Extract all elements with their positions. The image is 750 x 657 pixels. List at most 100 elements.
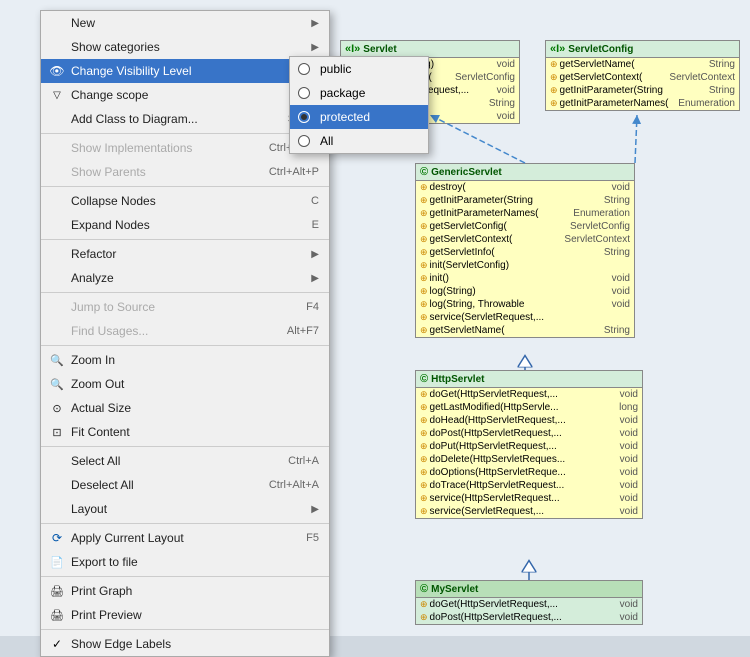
menu-item-expand-nodes[interactable]: Expand Nodes E [41,213,329,237]
analyze-arrow: ▶ [311,273,319,284]
menu-item-select-all[interactable]: Select All Ctrl+A [41,449,329,473]
menu-item-zoom-in[interactable]: 🔍 Zoom In [41,348,329,372]
fit-content-label: Fit Content [71,425,130,439]
genericservlet-icon: © [420,166,428,178]
menu-item-zoom-out[interactable]: 🔍 Zoom Out [41,372,329,396]
new-arrow: ▶ [311,18,319,29]
menu-item-collapse-nodes[interactable]: Collapse Nodes C [41,189,329,213]
menu-item-layout[interactable]: Layout ▶ [41,497,329,521]
menu-item-actual-size[interactable]: ⊙ Actual Size [41,396,329,420]
genericservlet-title: © GenericServlet [416,164,634,181]
show-implementations-label: Show Implementations [71,141,192,155]
menu-item-show-implementations: Show Implementations Ctrl+Alt+B [41,136,329,160]
jump-to-source-label: Jump to Source [71,300,155,314]
menu-item-apply-layout[interactable]: ⟳ Apply Current Layout F5 [41,526,329,550]
apply-layout-icon: ⟳ [49,531,65,545]
refactor-label: Refactor [71,247,116,261]
menu-item-show-categories[interactable]: Show categories ▶ [41,35,329,59]
sc-row-3: ⊕getInitParameter(StringString [546,84,739,97]
select-all-shortcut: Ctrl+A [288,455,319,467]
separator-3 [41,239,329,240]
fit-content-icon: ⊡ [49,426,65,439]
protected-label: protected [320,110,370,124]
submenu-item-all[interactable]: All [290,129,428,153]
analyze-label: Analyze [71,271,114,285]
refactor-arrow: ▶ [311,249,319,260]
submenu-item-protected[interactable]: protected [290,105,428,129]
layout-arrow: ▶ [311,504,319,515]
httpservlet-title: © HttpServlet [416,371,642,388]
radio-protected [298,111,310,123]
httpservlet-icon: © [420,373,428,385]
menu-item-jump-to-source: Jump to Source F4 [41,295,329,319]
menu-item-print-graph[interactable]: 🖨 Print Graph [41,579,329,603]
menu-item-print-preview[interactable]: 🖨 Print Preview [41,603,329,627]
deselect-all-label: Deselect All [71,478,134,492]
apply-layout-shortcut: F5 [306,532,319,544]
menu-item-new[interactable]: New ▶ [41,11,329,35]
httpservlet-class-box: © HttpServlet ⊕doGet(HttpServletRequest,… [415,370,643,519]
export-icon: 📄 [49,556,65,569]
separator-2 [41,186,329,187]
apply-layout-label: Apply Current Layout [71,531,184,545]
genericservlet-class-box: © GenericServlet ⊕destroy(void ⊕getInitP… [415,163,635,338]
context-menu: New ▶ Show categories ▶ 👁 Change Visibil… [40,10,330,657]
select-all-label: Select All [71,454,120,468]
find-usages-shortcut: Alt+F7 [287,325,319,337]
change-visibility-icon: 👁 [49,64,65,78]
myservlet-class-box: © MyServlet ⊕doGet(HttpServletRequest,..… [415,580,643,625]
menu-item-fit-content[interactable]: ⊡ Fit Content [41,420,329,444]
all-label: All [320,134,333,148]
separator-1 [41,133,329,134]
sc-row-4: ⊕getInitParameterNames(Enumeration [546,97,739,110]
separator-5 [41,345,329,346]
submenu-item-package[interactable]: package [290,81,428,105]
radio-package [298,87,310,99]
sc-row-2: ⊕getServletContext(ServletContext [546,71,739,84]
package-label: package [320,86,365,100]
show-edge-labels-label: Show Edge Labels [71,637,171,651]
separator-6 [41,446,329,447]
expand-nodes-shortcut: E [312,219,319,231]
myservlet-title: © MyServlet [416,581,642,598]
print-graph-icon: 🖨 [49,585,65,598]
zoom-out-icon: 🔍 [49,378,65,391]
print-preview-label: Print Preview [71,608,142,622]
expand-nodes-label: Expand Nodes [71,218,150,232]
myservlet-icon: © [420,583,428,595]
export-to-file-label: Export to file [71,555,138,569]
show-categories-arrow: ▶ [311,42,319,53]
separator-9 [41,629,329,630]
visibility-submenu: public package protected All [289,56,429,154]
show-parents-label: Show Parents [71,165,146,179]
servletconfig-class-box: «I» ServletConfig ⊕getServletName(String… [545,40,740,111]
menu-item-change-visibility[interactable]: 👁 Change Visibility Level ▶ [41,59,329,83]
print-preview-icon: 🖨 [49,609,65,622]
sc-row-1: ⊕getServletName(String [546,58,739,71]
menu-item-add-class[interactable]: Add Class to Diagram... Space [41,107,329,131]
menu-item-deselect-all[interactable]: Deselect All Ctrl+Alt+A [41,473,329,497]
separator-7 [41,523,329,524]
interface-icon: «I» [345,43,360,55]
menu-item-refactor[interactable]: Refactor ▶ [41,242,329,266]
menu-item-change-scope[interactable]: ▽ Change scope ▶ [41,83,329,107]
actual-size-icon: ⊙ [49,402,65,415]
show-parents-shortcut: Ctrl+Alt+P [269,166,319,178]
layout-label: Layout [71,502,107,516]
add-class-label: Add Class to Diagram... [71,112,198,126]
show-categories-label: Show categories [71,40,160,54]
collapse-nodes-shortcut: C [311,195,319,207]
servletconfig-icon: «I» [550,43,565,55]
radio-all [298,135,310,147]
submenu-item-public[interactable]: public [290,57,428,81]
menu-item-find-usages: Find Usages... Alt+F7 [41,319,329,343]
change-scope-icon: ▽ [49,90,65,101]
new-label: New [71,16,95,30]
menu-item-export-to-file[interactable]: 📄 Export to file [41,550,329,574]
servletconfig-title: «I» ServletConfig [546,41,739,58]
radio-public [298,63,310,75]
change-visibility-label: Change Visibility Level [71,64,192,78]
menu-item-analyze[interactable]: Analyze ▶ [41,266,329,290]
jump-to-source-shortcut: F4 [306,301,319,313]
collapse-nodes-label: Collapse Nodes [71,194,156,208]
